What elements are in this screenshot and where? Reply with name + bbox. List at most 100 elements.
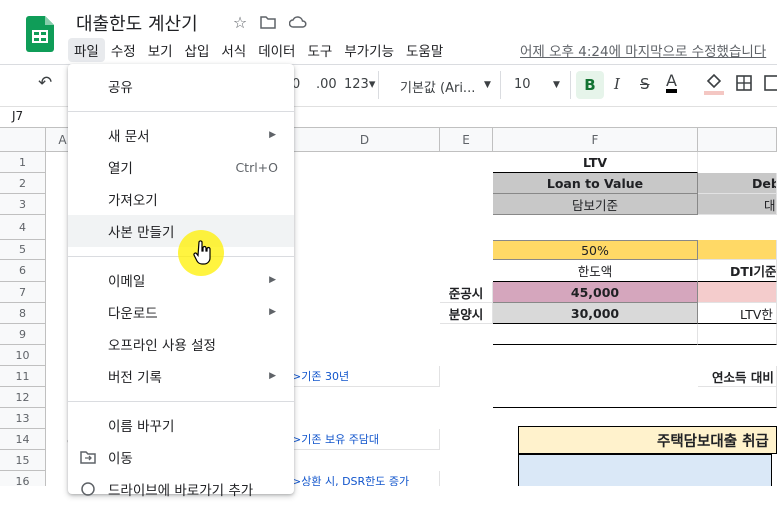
- presale-limit-cell[interactable]: 30,000: [493, 303, 698, 324]
- income-ratio-cell[interactable]: 연소득 대비: [698, 366, 777, 387]
- column-header-f[interactable]: F: [493, 128, 698, 152]
- increase-decimal-button[interactable]: .00: [316, 77, 337, 92]
- grid-cell[interactable]: [493, 387, 777, 408]
- grid-cell[interactable]: [518, 454, 772, 486]
- row-header[interactable]: 12: [0, 387, 46, 408]
- italic-button[interactable]: I: [614, 75, 620, 93]
- chevron-down-icon[interactable]: ▼: [484, 80, 491, 90]
- shortcut-label: Ctrl+O: [235, 159, 278, 175]
- dti-subtitle-cell[interactable]: Deb: [698, 173, 777, 194]
- note-cell[interactable]: >상환 시, DSR한도 증가: [290, 471, 440, 486]
- submenu-arrow-icon: ▶: [269, 371, 276, 381]
- note-cell[interactable]: >기존 보유 주담대: [290, 429, 440, 450]
- menu-item-share[interactable]: 공유: [68, 70, 294, 102]
- menu-item-rename[interactable]: 이름 바꾸기: [68, 409, 294, 441]
- text-color-button[interactable]: A: [666, 73, 677, 93]
- row-header[interactable]: 16: [0, 471, 46, 486]
- chevron-down-icon[interactable]: ▼: [553, 80, 560, 90]
- grid-cell[interactable]: [698, 282, 777, 303]
- menu-format[interactable]: 서식: [215, 38, 252, 62]
- undo-icon[interactable]: ↶: [38, 73, 52, 93]
- row-header[interactable]: 1: [0, 152, 46, 173]
- merge-cells-icon[interactable]: [764, 75, 777, 95]
- row-header[interactable]: 7: [0, 282, 46, 303]
- menu-help[interactable]: 도움말: [400, 38, 449, 62]
- row-label-cell[interactable]: 준공시: [440, 282, 493, 303]
- menu-item-open[interactable]: 열기 Ctrl+O: [68, 151, 294, 183]
- row-header[interactable]: 5: [0, 240, 46, 260]
- menu-addons[interactable]: 부가기능: [338, 38, 400, 62]
- menu-item-version-history[interactable]: 버전 기록 ▶: [68, 360, 294, 392]
- menu-item-label: 사본 만들기: [108, 225, 175, 241]
- mortgage-banner[interactable]: 주택담보대출 취급: [518, 426, 777, 454]
- move-folder-icon[interactable]: [258, 12, 278, 32]
- grid-cell[interactable]: [493, 324, 698, 345]
- ltv-limit-label-cell[interactable]: LTV한: [698, 303, 777, 324]
- dti-basis-cell[interactable]: 대: [698, 194, 777, 215]
- menu-item-add-shortcut[interactable]: 드라이브에 바로가기 추가: [68, 473, 294, 505]
- menu-item-label: 버전 기록: [108, 370, 162, 386]
- menu-item-label: 이름 바꾸기: [108, 419, 175, 435]
- toolbar-divider: [570, 71, 571, 99]
- document-title[interactable]: 대출한도 계산기: [76, 10, 198, 36]
- row-header[interactable]: 9: [0, 324, 46, 345]
- fill-color-icon[interactable]: [704, 73, 724, 99]
- borders-icon[interactable]: [736, 75, 752, 95]
- ltv-title-cell[interactable]: LTV: [493, 152, 698, 173]
- column-header-e[interactable]: E: [440, 128, 493, 152]
- star-icon[interactable]: ☆: [230, 12, 250, 32]
- grid-cell[interactable]: [698, 324, 777, 345]
- strikethrough-button[interactable]: S: [640, 75, 650, 93]
- row-header[interactable]: 6: [0, 260, 46, 282]
- menu-item-download[interactable]: 다운로드 ▶: [68, 296, 294, 328]
- move-folder-icon: [80, 450, 96, 467]
- menu-bar: 파일 수정 보기 삽입 서식 데이터 도구 부가기능 도움말: [68, 38, 449, 62]
- more-formats-button[interactable]: 123▾: [344, 77, 375, 92]
- menu-tools[interactable]: 도구: [301, 38, 338, 62]
- menu-view[interactable]: 보기: [142, 38, 179, 62]
- menu-edit[interactable]: 수정: [105, 38, 142, 62]
- menu-item-move[interactable]: 이동: [68, 441, 294, 473]
- limit-label-cell[interactable]: 한도액: [493, 260, 698, 282]
- font-select[interactable]: 기본값 (Ari...: [400, 77, 496, 96]
- last-edit-link[interactable]: 어제 오후 4:24에 마지막으로 수정했습니다: [520, 40, 766, 60]
- column-header-d[interactable]: D: [290, 128, 440, 152]
- completion-limit-cell[interactable]: 45,000: [493, 282, 698, 303]
- row-header[interactable]: 15: [0, 450, 46, 471]
- menu-item-offline[interactable]: 오프라인 사용 설정: [68, 328, 294, 360]
- dti-label-cell[interactable]: DTI기준: [698, 260, 777, 282]
- ltv-basis-cell[interactable]: 담보기준: [493, 194, 698, 215]
- dti-rate-cell[interactable]: [698, 240, 777, 260]
- menu-insert[interactable]: 삽입: [179, 38, 216, 62]
- menu-item-label: 공유: [108, 80, 133, 96]
- menu-data[interactable]: 데이터: [252, 38, 301, 62]
- row-header[interactable]: 2: [0, 173, 46, 194]
- row-header[interactable]: 14: [0, 429, 46, 450]
- toolbar-divider: [500, 71, 501, 99]
- font-size-select[interactable]: 10: [514, 77, 531, 92]
- cloud-status-icon[interactable]: [288, 12, 308, 32]
- column-header-g[interactable]: [698, 128, 777, 152]
- menu-item-label: 드라이브에 바로가기 추가: [108, 483, 254, 499]
- row-header[interactable]: 10: [0, 345, 46, 366]
- row-header[interactable]: 8: [0, 303, 46, 324]
- row-label-cell[interactable]: 분양시: [440, 303, 493, 324]
- ltv-subtitle-cell[interactable]: Loan to Value: [493, 173, 698, 194]
- menu-divider: [68, 111, 294, 112]
- sheets-logo-icon[interactable]: [26, 16, 54, 52]
- menu-item-new[interactable]: 새 문서 ▶: [68, 119, 294, 151]
- name-box[interactable]: J7: [12, 109, 23, 123]
- row-header[interactable]: 13: [0, 408, 46, 429]
- menu-item-import[interactable]: 가져오기: [68, 183, 294, 215]
- ltv-rate-cell[interactable]: 50%: [493, 240, 698, 260]
- row-header[interactable]: 4: [0, 215, 46, 240]
- select-all-corner[interactable]: [0, 128, 46, 152]
- row-header[interactable]: 3: [0, 194, 46, 215]
- bold-button[interactable]: B: [576, 71, 604, 99]
- row-header[interactable]: 11: [0, 366, 46, 387]
- menu-item-label: 열기: [108, 161, 133, 177]
- submenu-arrow-icon: ▶: [269, 307, 276, 317]
- menu-file[interactable]: 파일: [68, 38, 105, 62]
- note-cell[interactable]: >기존 30년: [290, 366, 440, 387]
- menu-item-email[interactable]: 이메일 ▶: [68, 264, 294, 296]
